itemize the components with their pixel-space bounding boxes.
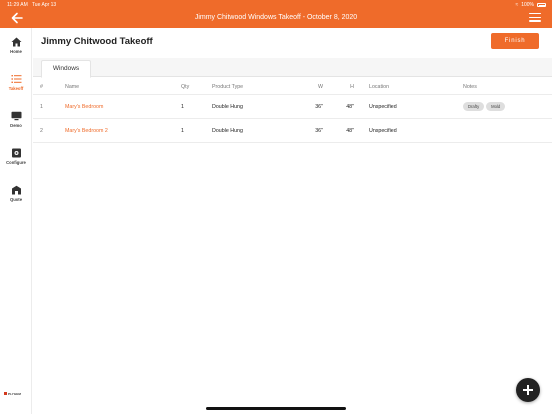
sidebar-item-label: Takeoff <box>8 86 24 91</box>
sidebar: Home Takeoff Demo Configure Quote PLYGEM <box>0 28 32 414</box>
column-header-height: H <box>350 84 354 90</box>
row-location: Unspecified <box>369 104 397 110</box>
note-badge: Drafty <box>463 102 485 111</box>
add-window-button[interactable] <box>516 378 540 402</box>
battery-percent: 100% <box>521 2 534 8</box>
page-header-title: Jimmy Chitwood Windows Takeoff - October… <box>194 14 358 21</box>
top-bar: 11:29 AM Tue Apr 13 ≈ 100% Jimmy Chitwoo… <box>0 0 552 28</box>
brand-mark-icon <box>4 392 7 395</box>
window-name-link[interactable]: Mary's Bedroom 2 <box>65 119 108 143</box>
column-header-notes: Notes <box>463 84 477 90</box>
column-header-width: W <box>318 84 323 90</box>
battery-icon <box>537 3 546 7</box>
column-header-location: Location <box>369 84 390 90</box>
row-width: 36" <box>315 104 323 110</box>
monitor-icon <box>11 111 21 121</box>
windows-table: # Name Qty Product Type W H Location Not… <box>33 80 552 143</box>
app-window: 11:29 AM Tue Apr 13 ≈ 100% Jimmy Chitwoo… <box>0 0 552 414</box>
row-product-type: Double Hung <box>212 104 243 110</box>
sidebar-item-demo[interactable]: Demo <box>0 111 32 128</box>
row-width: 36" <box>315 128 323 134</box>
home-indicator <box>206 407 346 410</box>
row-number: 1 <box>40 104 43 110</box>
quote-icon <box>11 185 21 195</box>
table-header-row: # Name Qty Product Type W H Location Not… <box>33 80 552 95</box>
tab-bar: Windows <box>33 58 552 78</box>
window-name-link[interactable]: Mary's Bedroom <box>65 95 103 119</box>
row-height: 48" <box>346 128 354 134</box>
list-icon <box>11 75 21 83</box>
sidebar-item-configure[interactable]: Configure <box>0 148 32 165</box>
wifi-icon: ≈ <box>515 2 519 8</box>
note-badge: Mold <box>486 102 506 111</box>
sidebar-item-label: Home <box>10 49 22 54</box>
table-row[interactable]: 1 Mary's Bedroom 1 Double Hung 36" 48" U… <box>33 95 552 119</box>
tab-windows[interactable]: Windows <box>41 60 91 78</box>
status-indicators: ≈ 100% <box>515 2 546 8</box>
status-time: 11:29 AM Tue Apr 13 <box>7 2 57 8</box>
sidebar-item-quote[interactable]: Quote <box>0 185 32 202</box>
row-product-type: Double Hung <box>212 128 243 134</box>
configure-icon <box>11 148 21 158</box>
column-header-product-type: Product Type <box>212 84 244 90</box>
column-header-number: # <box>40 84 43 90</box>
table-row[interactable]: 2 Mary's Bedroom 2 1 Double Hung 36" 48"… <box>33 119 552 143</box>
sidebar-item-home[interactable]: Home <box>0 37 32 54</box>
notes-badges: Drafty Mold <box>463 102 506 111</box>
sidebar-item-label: Configure <box>6 160 26 165</box>
sidebar-item-label: Demo <box>10 123 22 128</box>
column-header-qty: Qty <box>181 84 190 90</box>
home-icon <box>11 37 21 47</box>
row-location: Unspecified <box>369 128 397 134</box>
row-number: 2 <box>40 128 43 134</box>
hamburger-menu-icon[interactable] <box>529 13 541 23</box>
brand-logo: PLYGEM <box>4 391 28 396</box>
sidebar-item-takeoff[interactable]: Takeoff <box>0 74 32 91</box>
finish-button[interactable]: Finish <box>491 33 539 49</box>
column-header-name: Name <box>65 84 80 90</box>
row-height: 48" <box>346 104 354 110</box>
page-title: Jimmy Chitwood Takeoff <box>41 36 153 47</box>
main-content: Jimmy Chitwood Takeoff Finish Windows # … <box>33 28 552 414</box>
row-qty: 1 <box>181 128 184 134</box>
sidebar-item-label: Quote <box>9 197 23 202</box>
row-qty: 1 <box>181 104 184 110</box>
